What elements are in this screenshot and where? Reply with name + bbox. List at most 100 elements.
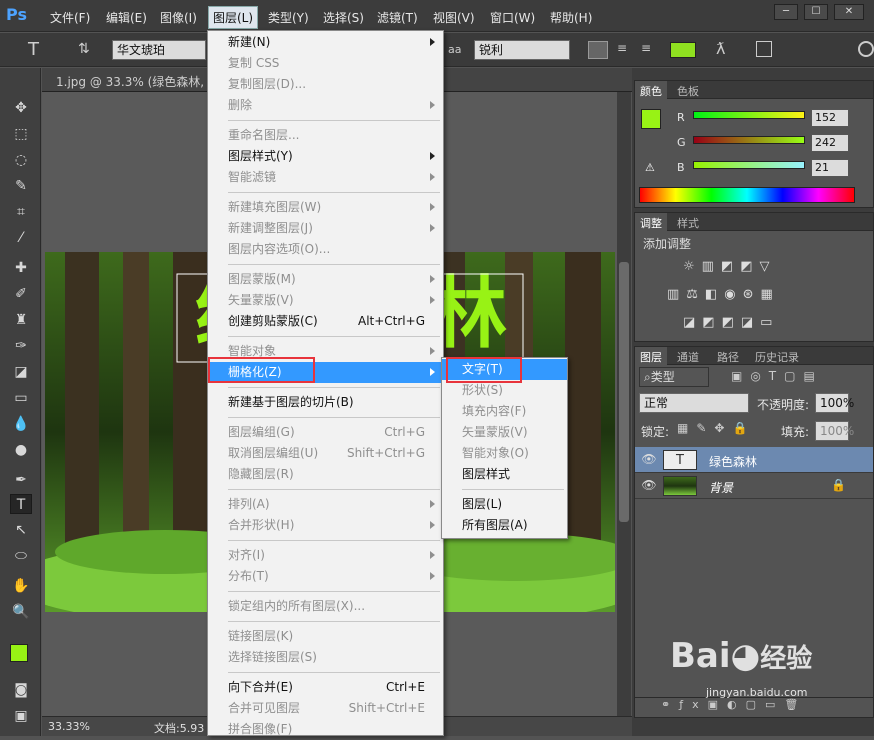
layer-menu-item[interactable]: 复制图层(D)...: [208, 74, 443, 95]
raster-menu-item[interactable]: 矢量蒙版(V): [442, 422, 567, 443]
layer-menu-item[interactable]: 分布(T): [208, 566, 443, 587]
layer-row-text[interactable]: 👁 T 绿色森林: [635, 447, 873, 473]
tab-swatches[interactable]: 色板: [677, 83, 699, 99]
b-value[interactable]: 21: [811, 159, 849, 177]
layer-menu-item[interactable]: 排列(A): [208, 494, 443, 515]
cancel-icon[interactable]: [858, 41, 874, 57]
scroll-thumb[interactable]: [619, 262, 629, 522]
layer-menu-item[interactable]: 智能滤镜: [208, 167, 443, 188]
screen-mode-icon[interactable]: ▣: [10, 706, 32, 726]
text-color-swatch[interactable]: [670, 42, 696, 58]
adjustment-icons-row-1[interactable]: ☼▥◩◩▽: [683, 259, 777, 274]
close-button[interactable]: ✕: [834, 4, 864, 20]
menu-window[interactable]: 窗口(W): [490, 9, 535, 26]
brush-tool-icon[interactable]: ✐: [10, 284, 32, 304]
gamut-warning-icon[interactable]: ⚠: [645, 161, 655, 174]
dodge-tool-icon[interactable]: ●: [10, 440, 32, 460]
layer-row-background[interactable]: 👁 背景 🔒: [635, 473, 873, 499]
layer-menu-item[interactable]: 复制 CSS: [208, 53, 443, 74]
menu-filter[interactable]: 滤镜(T): [377, 9, 418, 26]
layer-menu-item[interactable]: 取消图层编组(U) Shift+Ctrl+G: [208, 443, 443, 464]
layer-name[interactable]: 绿色森林: [709, 453, 757, 470]
layer-menu-item[interactable]: 拼合图像(F): [208, 719, 443, 740]
menu-layer[interactable]: 图层(L): [208, 6, 259, 29]
layer-menu-item[interactable]: 新建(N): [208, 32, 443, 53]
ellipse-tool-icon[interactable]: ⬭: [10, 546, 32, 566]
g-value[interactable]: 242: [811, 134, 849, 152]
layer-menu-item[interactable]: 选择链接图层(S): [208, 647, 443, 668]
menu-view[interactable]: 视图(V): [433, 9, 475, 26]
adjustment-icons-row-3[interactable]: ◪◩◩◪▭: [683, 315, 779, 330]
r-value[interactable]: 152: [811, 109, 849, 127]
layer-filter-icons[interactable]: ▣◎T▢▤: [731, 369, 823, 383]
menu-file[interactable]: 文件(F): [50, 9, 90, 26]
raster-menu-item[interactable]: 图层(L): [442, 494, 567, 515]
tab-history[interactable]: 历史记录: [755, 349, 799, 365]
quick-select-tool-icon[interactable]: ✎: [10, 176, 32, 196]
lasso-tool-icon[interactable]: ◌: [10, 150, 32, 170]
color-fg-swatch[interactable]: [641, 109, 661, 129]
lock-icons[interactable]: ▦✎✥🔒: [677, 421, 755, 435]
marquee-tool-icon[interactable]: ⬚: [10, 124, 32, 144]
quick-mask-icon[interactable]: ◙: [10, 680, 32, 700]
menu-type[interactable]: 类型(Y): [268, 9, 309, 26]
visibility-eye-icon[interactable]: 👁: [641, 452, 657, 468]
menu-edit[interactable]: 编辑(E): [106, 9, 147, 26]
healing-tool-icon[interactable]: ✚: [10, 258, 32, 278]
history-brush-tool-icon[interactable]: ✑: [10, 336, 32, 356]
adjustment-icons-row-2[interactable]: ▥⚖◧◉⊛▦: [667, 287, 780, 302]
tab-adjustments[interactable]: 调整: [635, 213, 667, 231]
move-tool-icon[interactable]: ✥: [10, 98, 32, 118]
antialias-select[interactable]: 锐利: [474, 40, 570, 60]
layer-menu-item[interactable]: 合并形状(H): [208, 515, 443, 536]
tab-styles[interactable]: 样式: [677, 215, 699, 231]
blur-tool-icon[interactable]: 💧: [10, 414, 32, 434]
r-slider[interactable]: [693, 111, 805, 119]
raster-menu-item[interactable]: 图层样式: [442, 464, 567, 485]
layer-filter-select[interactable]: ⌕类型: [639, 367, 709, 387]
layer-menu-item[interactable]: 锁定组内的所有图层(X)...: [208, 596, 443, 617]
g-slider[interactable]: [693, 136, 805, 144]
type-tool-icon[interactable]: T: [28, 39, 39, 60]
blend-mode-select[interactable]: 正常: [639, 393, 749, 413]
fill-input[interactable]: 100%: [815, 421, 854, 441]
gradient-tool-icon[interactable]: ▭: [10, 388, 32, 408]
warp-text-icon[interactable]: ƛ: [716, 39, 725, 58]
layer-menu-item[interactable]: 创建剪贴蒙版(C) Alt+Ctrl+G: [208, 311, 443, 332]
eraser-tool-icon[interactable]: ◪: [10, 362, 32, 382]
layer-menu-item[interactable]: 新建调整图层(J): [208, 218, 443, 239]
align-right-icon[interactable]: ≡: [636, 41, 656, 59]
tab-channels[interactable]: 通道: [677, 349, 699, 365]
hand-tool-icon[interactable]: ✋: [10, 576, 32, 596]
raster-menu-item[interactable]: 智能对象(O): [442, 443, 567, 464]
align-center-icon[interactable]: ≡: [612, 41, 632, 59]
raster-menu-item[interactable]: 形状(S): [442, 380, 567, 401]
type-tool-icon[interactable]: T: [10, 494, 32, 514]
menu-select[interactable]: 选择(S): [323, 9, 364, 26]
pen-tool-icon[interactable]: ✒: [10, 470, 32, 490]
raster-menu-item[interactable]: 填充内容(F): [442, 401, 567, 422]
layer-menu-item[interactable]: 图层样式(Y): [208, 146, 443, 167]
layer-name[interactable]: 背景: [709, 479, 733, 496]
tab-color[interactable]: 颜色: [635, 81, 667, 99]
vertical-scrollbar[interactable]: [617, 92, 631, 716]
layer-menu-item[interactable]: 新建基于图层的切片(B): [208, 392, 443, 413]
layer-menu-item[interactable]: 图层编组(G) Ctrl+G: [208, 422, 443, 443]
layer-menu-item[interactable]: 重命名图层...: [208, 125, 443, 146]
layer-menu-item[interactable]: 删除: [208, 95, 443, 116]
layers-footer-icons[interactable]: ⚭ƒx▣◐▢▭🗑: [635, 697, 873, 717]
b-slider[interactable]: [693, 161, 805, 169]
layer-menu-item[interactable]: 新建填充图层(W): [208, 197, 443, 218]
eyedropper-tool-icon[interactable]: ⁄: [10, 228, 32, 248]
align-left-icon[interactable]: [588, 41, 608, 59]
character-panel-icon[interactable]: [756, 41, 772, 57]
visibility-eye-icon[interactable]: 👁: [641, 478, 657, 494]
raster-menu-item[interactable]: 所有图层(A): [442, 515, 567, 536]
maximize-button[interactable]: ☐: [804, 4, 828, 20]
zoom-readout[interactable]: 33.33%: [48, 720, 90, 733]
path-select-tool-icon[interactable]: ↖: [10, 520, 32, 540]
layer-menu-item[interactable]: 矢量蒙版(V): [208, 290, 443, 311]
layer-menu-item[interactable]: 链接图层(K): [208, 626, 443, 647]
layer-menu-item[interactable]: 图层内容选项(O)...: [208, 239, 443, 260]
color-spectrum[interactable]: [639, 187, 855, 203]
